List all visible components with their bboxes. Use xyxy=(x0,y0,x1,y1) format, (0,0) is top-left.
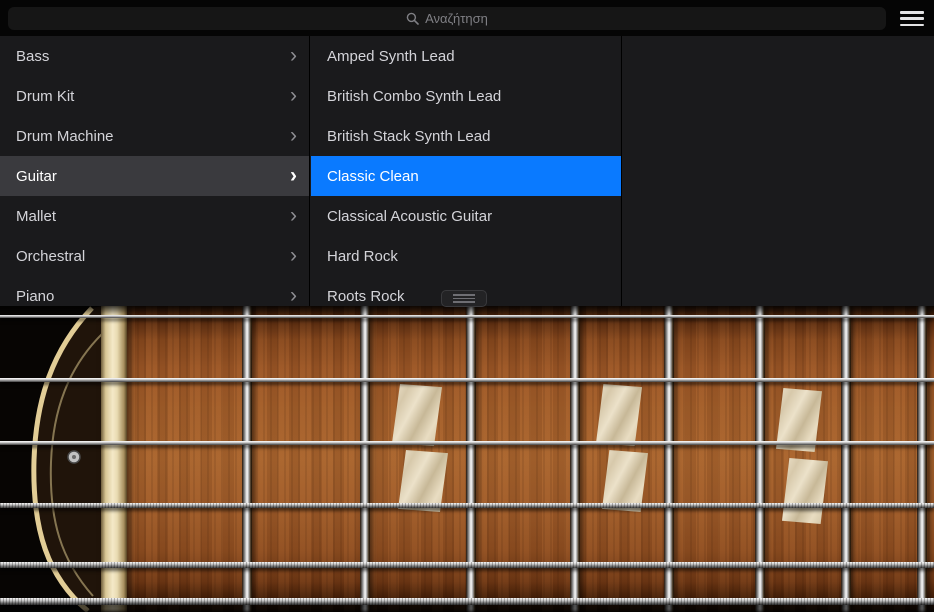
guitar-string-4[interactable] xyxy=(0,503,934,508)
guitar-string-3[interactable] xyxy=(0,441,934,445)
category-item-guitar[interactable]: Guitar › xyxy=(0,156,309,196)
preset-item-british-combo-synth-lead[interactable]: British Combo Synth Lead xyxy=(311,76,621,116)
search-input[interactable]: Αναζήτηση xyxy=(8,7,886,30)
preset-item-classical-acoustic-guitar[interactable]: Classical Acoustic Guitar xyxy=(311,196,621,236)
preset-label: Classic Clean xyxy=(327,168,419,185)
category-item-piano[interactable]: Piano › xyxy=(0,276,309,306)
top-bar: Αναζήτηση xyxy=(0,0,934,36)
category-item-bass[interactable]: Bass › xyxy=(0,36,309,76)
preset-label: British Stack Synth Lead xyxy=(327,128,490,145)
category-item-drum-machine[interactable]: Drum Machine › xyxy=(0,116,309,156)
category-label: Guitar xyxy=(16,168,57,185)
menu-icon[interactable] xyxy=(900,11,924,26)
garageband-window: Αναζήτηση Bass › Drum Kit › Drum Machine… xyxy=(0,0,934,612)
search-icon xyxy=(406,12,419,25)
fret-marker-inlay xyxy=(596,384,642,446)
fret-marker-inlay xyxy=(392,384,442,446)
preset-item-classic-clean[interactable]: Classic Clean xyxy=(311,156,621,196)
category-label: Mallet xyxy=(16,208,56,225)
guitar-string-1[interactable] xyxy=(0,315,934,318)
category-label: Drum Kit xyxy=(16,88,74,105)
category-list: Bass › Drum Kit › Drum Machine › Guitar … xyxy=(0,36,310,306)
preset-label: British Combo Synth Lead xyxy=(327,88,501,105)
preset-label: Classical Acoustic Guitar xyxy=(327,208,492,225)
guitar-string-6[interactable] xyxy=(0,598,934,605)
guitar-string-5[interactable] xyxy=(0,562,934,568)
category-label: Orchestral xyxy=(16,248,85,265)
category-label: Piano xyxy=(16,288,54,305)
category-label: Bass xyxy=(16,48,49,65)
category-label: Drum Machine xyxy=(16,128,114,145)
preset-item-amped-synth-lead[interactable]: Amped Synth Lead xyxy=(311,36,621,76)
category-item-drum-kit[interactable]: Drum Kit › xyxy=(0,76,309,116)
preset-item-hard-rock[interactable]: Hard Rock xyxy=(311,236,621,276)
fret-marker-inlay xyxy=(782,458,828,524)
preset-item-british-stack-synth-lead[interactable]: British Stack Synth Lead xyxy=(311,116,621,156)
preset-list: Amped Synth Lead British Combo Synth Lea… xyxy=(311,36,622,306)
guitar-string-2[interactable] xyxy=(0,378,934,382)
preset-label: Amped Synth Lead xyxy=(327,48,455,65)
guitar-fretboard[interactable] xyxy=(0,306,934,612)
preset-label: Hard Rock xyxy=(327,248,398,265)
preset-label: Roots Rock xyxy=(327,288,405,305)
category-item-orchestral[interactable]: Orchestral › xyxy=(0,236,309,276)
category-item-mallet[interactable]: Mallet › xyxy=(0,196,309,236)
sound-browser: Bass › Drum Kit › Drum Machine › Guitar … xyxy=(0,36,934,306)
browser-drag-handle[interactable] xyxy=(441,290,487,307)
search-placeholder: Αναζήτηση xyxy=(425,11,488,26)
